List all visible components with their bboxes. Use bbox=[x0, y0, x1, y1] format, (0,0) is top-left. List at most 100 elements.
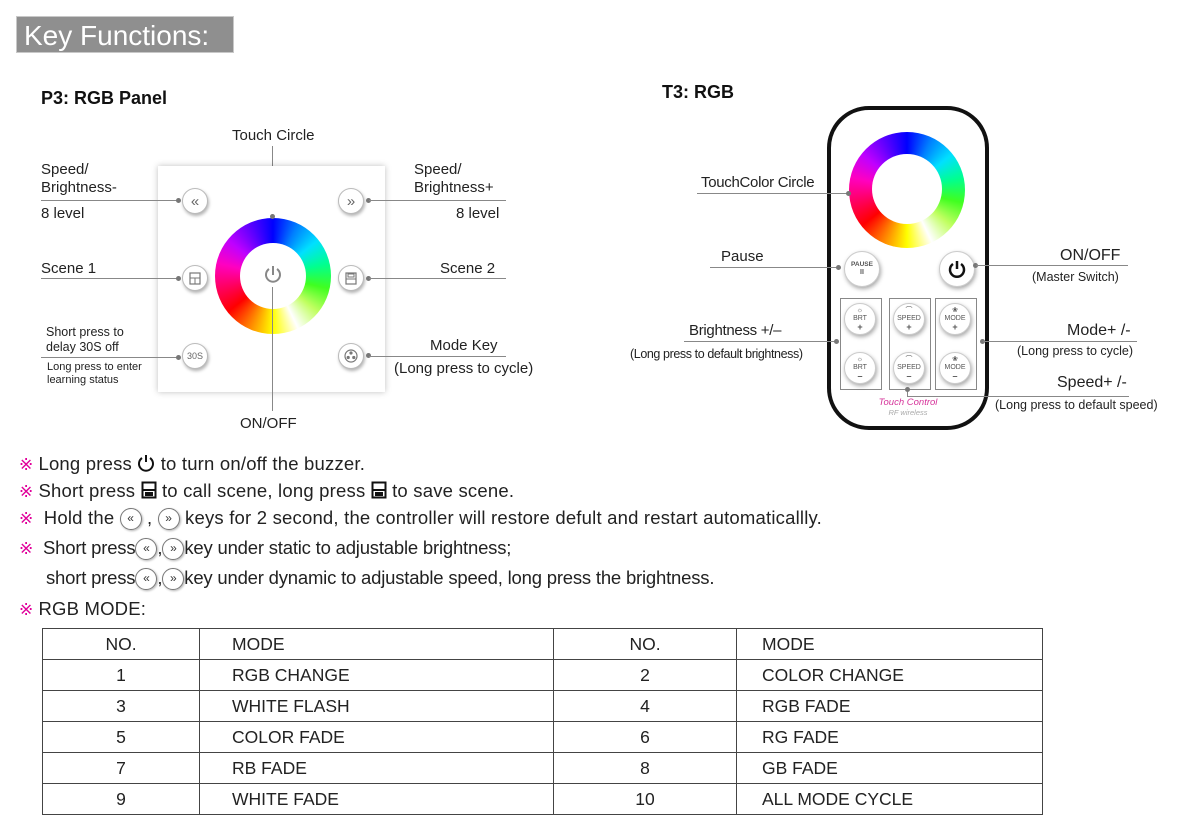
speed-plus-key-icon: » bbox=[157, 508, 180, 531]
table-cell: 9 bbox=[42, 783, 200, 815]
rgb-mode-table: NO. MODE NO. MODE 1 RGB CHANGE 2 COLOR C… bbox=[42, 628, 1043, 815]
power-icon[interactable] bbox=[263, 264, 283, 286]
table-cell: 10 bbox=[553, 783, 737, 815]
note-text: to turn on/off the buzzer. bbox=[160, 453, 366, 474]
timer-30s-button[interactable]: 30S bbox=[182, 343, 208, 369]
table-cell: 8 bbox=[553, 752, 737, 784]
leader-line bbox=[41, 278, 178, 279]
table-row: 9 WHITE FADE 10 ALL MODE CYCLE bbox=[42, 783, 1043, 815]
minus-icon: – bbox=[857, 371, 863, 381]
brand-sub-label: RF wireless bbox=[888, 408, 928, 417]
label-line: learning status bbox=[47, 374, 119, 386]
brightness-group: ☼ BRT + ☼ BRT – bbox=[840, 298, 882, 390]
speed-minus-key-icon: « bbox=[135, 568, 158, 591]
sun-icon: ☼ bbox=[856, 356, 864, 363]
onoff-label: ON/OFF bbox=[240, 415, 297, 432]
touch-color-ring[interactable] bbox=[215, 218, 331, 334]
pause-button[interactable]: PAUSE II bbox=[844, 251, 880, 287]
note-text: short press bbox=[46, 567, 136, 588]
leader-dot bbox=[834, 339, 839, 344]
speed-plus-button[interactable]: » bbox=[338, 188, 364, 214]
touch-color-circle-label: TouchColor Circle bbox=[701, 174, 815, 191]
table-cell: WHITE FADE bbox=[199, 783, 554, 815]
delay-label: Short press to delay 30S off bbox=[46, 325, 124, 355]
mode-icon: ❀ bbox=[952, 307, 958, 314]
note-text: to call scene, long press bbox=[161, 480, 366, 501]
label-line: Brightness+ bbox=[414, 179, 494, 196]
touch-color-circle[interactable] bbox=[849, 132, 965, 248]
mode-key-note: (Long press to cycle) bbox=[394, 360, 534, 377]
brightness-plus-button[interactable]: ☼ BRT + bbox=[844, 303, 876, 335]
table-cell: 5 bbox=[42, 721, 200, 753]
pause-label: Pause bbox=[721, 248, 764, 265]
leader-dot bbox=[905, 387, 910, 392]
remote-control: PAUSE II ☼ BRT + ☼ BRT – ⌒ SPEED + ⌒ SPE… bbox=[827, 106, 989, 430]
speed-plus-label: Speed/ Brightness+ bbox=[414, 161, 494, 197]
mode-key-label: Mode Key bbox=[430, 337, 498, 354]
table-cell: 3 bbox=[42, 690, 200, 722]
learning-label: Long press to enter learning status bbox=[47, 361, 142, 387]
scene-icon bbox=[345, 271, 357, 285]
table-cell: RGB FADE bbox=[736, 690, 1043, 722]
brightness-minus-button[interactable]: ☼ BRT – bbox=[844, 352, 876, 384]
leader-line bbox=[272, 287, 273, 411]
table-cell: COLOR FADE bbox=[199, 721, 554, 753]
power-button[interactable] bbox=[939, 251, 975, 287]
table-cell: GB FADE bbox=[736, 752, 1043, 784]
leader-dot bbox=[836, 265, 841, 270]
scene1-button[interactable] bbox=[182, 265, 208, 291]
table-cell: 6 bbox=[553, 721, 737, 753]
plus-icon: + bbox=[857, 322, 863, 332]
table-cell: RGB CHANGE bbox=[199, 659, 554, 691]
minus-icon: – bbox=[906, 371, 912, 381]
touch-circle-label: Touch Circle bbox=[232, 127, 315, 144]
brand-label: Touch Control bbox=[878, 397, 938, 408]
gauge-icon: ⌒ bbox=[905, 307, 913, 314]
onoff-label: ON/OFF bbox=[1060, 247, 1121, 264]
speed-minus-key-icon: « bbox=[135, 538, 158, 561]
speed-minus-button[interactable]: ⌒ SPEED – bbox=[893, 352, 925, 384]
leader-line bbox=[983, 341, 1137, 342]
leader-dot bbox=[270, 214, 275, 219]
note-buzzer: ※ Long press to turn on/off the buzzer. bbox=[19, 453, 365, 475]
leader-dot bbox=[846, 191, 851, 196]
leader-line bbox=[41, 200, 178, 201]
speed-group: ⌒ SPEED + ⌒ SPEED – bbox=[889, 298, 931, 390]
scene-icon bbox=[141, 481, 157, 499]
leader-dot bbox=[176, 355, 181, 360]
scene-icon bbox=[189, 271, 201, 285]
mode-icon bbox=[344, 349, 358, 363]
leader-line bbox=[369, 200, 506, 201]
speed-minus-button[interactable]: « bbox=[182, 188, 208, 214]
table-header-row: NO. MODE NO. MODE bbox=[42, 628, 1043, 660]
scene2-label: Scene 2 bbox=[440, 260, 496, 277]
mode-label: Mode+ /- bbox=[1067, 322, 1131, 339]
speed-minus-key-icon: « bbox=[119, 508, 142, 531]
reference-mark-icon: ※ bbox=[19, 539, 34, 558]
scene1-label: Scene 1 bbox=[41, 260, 97, 277]
mode-note: (Long press to cycle) bbox=[1017, 344, 1134, 358]
leader-line bbox=[710, 267, 838, 268]
table-cell: COLOR CHANGE bbox=[736, 659, 1043, 691]
label-line: delay 30S off bbox=[46, 340, 119, 354]
note-rgb-mode: ※ RGB MODE: bbox=[19, 598, 146, 620]
mode-minus-button[interactable]: ❀ MODE – bbox=[939, 352, 971, 384]
panel-title: P3: RGB Panel bbox=[41, 88, 168, 108]
header-cell: MODE bbox=[736, 628, 1043, 660]
mode-key-button[interactable] bbox=[338, 343, 364, 369]
mode-plus-button[interactable]: ❀ MODE + bbox=[939, 303, 971, 335]
table-cell: WHITE FLASH bbox=[199, 690, 554, 722]
header-cell: NO. bbox=[553, 628, 737, 660]
mode-icon: ❀ bbox=[952, 356, 958, 363]
table-row: 7 RB FADE 8 GB FADE bbox=[42, 752, 1043, 784]
section-title: Key Functions: bbox=[16, 16, 234, 53]
speed-plus-button[interactable]: ⌒ SPEED + bbox=[893, 303, 925, 335]
scene2-button[interactable] bbox=[338, 265, 364, 291]
leader-line bbox=[369, 278, 506, 279]
leader-dot bbox=[176, 276, 181, 281]
note-text: Long press bbox=[38, 453, 132, 474]
note-text: to save scene. bbox=[392, 480, 515, 501]
note-text: key under static to adjustable brightnes… bbox=[184, 537, 512, 558]
table-cell: RG FADE bbox=[736, 721, 1043, 753]
leader-line bbox=[907, 396, 1129, 397]
